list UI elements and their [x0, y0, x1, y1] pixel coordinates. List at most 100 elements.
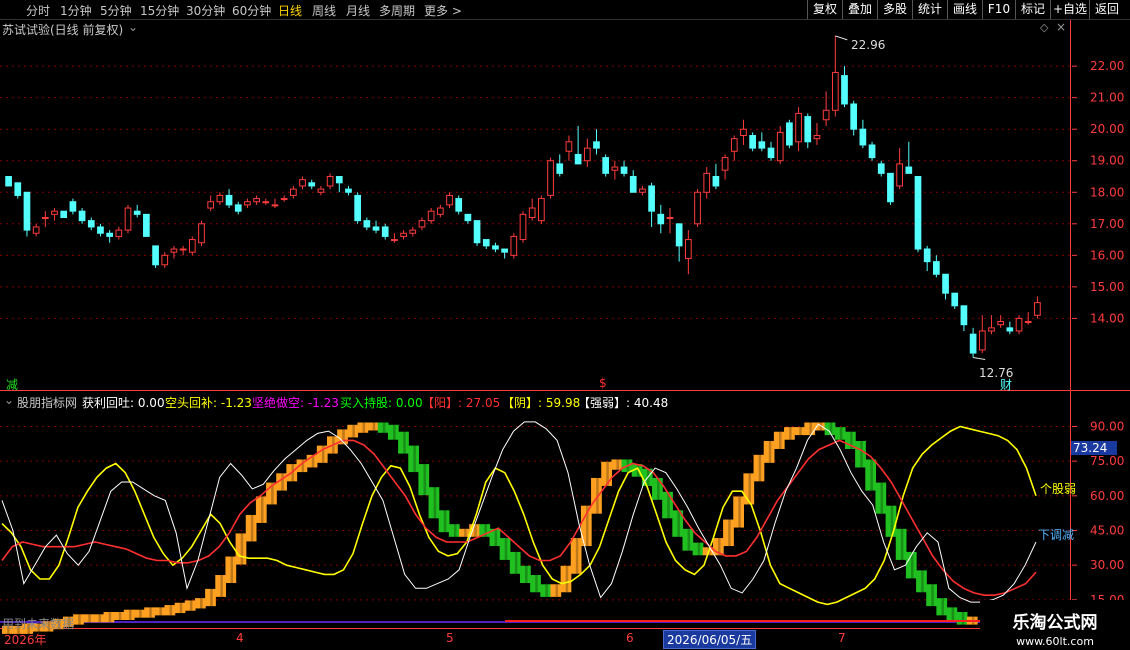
candle-body — [684, 239, 692, 259]
candle-body — [1015, 317, 1023, 332]
candle-body — [234, 204, 242, 212]
candle-body — [960, 305, 968, 326]
ind-item-yin: 【阴】: 59.98 — [502, 396, 581, 410]
candle-body — [547, 160, 554, 196]
candle-body — [758, 141, 766, 149]
chart-canvas[interactable]: 14.00 15.00 16.00 17.00 18.00 19.00 20.00 21.00… — [0, 0, 1130, 650]
indicator-chevron-icon[interactable]: ⌄ — [4, 393, 14, 407]
ribbon-shade — [900, 528, 904, 560]
candle-body — [41, 216, 49, 219]
candle-body — [519, 213, 527, 241]
candle-body — [767, 147, 775, 159]
candle-body — [87, 220, 95, 228]
candle-body — [1024, 321, 1032, 324]
price-tick-label: 17.00 — [1090, 217, 1124, 231]
ribbon-shade — [200, 598, 203, 609]
ribbon-shade — [951, 607, 955, 620]
date-label-jul: 7 — [838, 631, 846, 645]
candle-body — [510, 235, 518, 256]
chevron-down-icon[interactable]: ⌄ — [128, 20, 138, 34]
candle-body — [143, 213, 150, 237]
candle-body — [749, 135, 756, 149]
ind-tick-label: 45.00 — [1090, 523, 1124, 537]
candle-body — [290, 188, 297, 196]
candle-body — [978, 330, 986, 351]
candle-body — [804, 116, 812, 143]
diamond-icon[interactable]: ◇ — [1040, 21, 1048, 34]
candle-body — [115, 229, 123, 237]
ribbon-shade — [179, 602, 183, 614]
candle-body — [23, 191, 31, 231]
ribbon-shade — [575, 538, 579, 574]
candle-body — [905, 166, 913, 174]
candle-body — [648, 185, 655, 212]
ribbon-shade — [250, 514, 254, 542]
high-price-label: 22.96 — [851, 38, 886, 52]
candle-body — [703, 172, 711, 193]
candle-body — [657, 213, 665, 225]
ind-tick-label: 30.00 — [1090, 558, 1124, 572]
candle-body — [253, 198, 260, 203]
ribbon-shade — [799, 427, 802, 436]
ribbon-shade — [525, 565, 528, 584]
ind-tick-label: 75.00 — [1090, 454, 1124, 468]
candle-body — [501, 248, 508, 253]
low-marker-arrow — [973, 357, 986, 360]
candle-body — [473, 220, 481, 244]
marker-s: $ — [599, 376, 607, 390]
candle-body — [262, 201, 270, 204]
candle-body — [216, 194, 224, 203]
candle-body — [942, 273, 949, 294]
date-label-year: 2026年 — [4, 633, 47, 647]
ribbon-shade — [372, 422, 376, 431]
ribbon-shade — [464, 528, 467, 537]
price-tick-label: 19.00 — [1090, 154, 1124, 168]
ribbon-shade — [880, 482, 884, 514]
ribbon-shade — [758, 454, 762, 482]
watermark-url: www.60lt.com — [1016, 635, 1094, 648]
candle-body — [152, 245, 159, 266]
candle-body — [133, 210, 141, 215]
ribbon-shade — [443, 510, 447, 533]
ribbon-shade — [961, 612, 965, 625]
ribbon-shade — [230, 556, 234, 584]
close-icon[interactable]: × — [1056, 20, 1066, 34]
candle-body — [170, 248, 178, 253]
line-yin — [1, 425, 1037, 606]
candle-body — [32, 226, 40, 234]
candle-body — [593, 141, 600, 149]
candle-body — [740, 128, 747, 137]
ribbon-shade — [768, 440, 772, 463]
candle-body — [124, 207, 132, 231]
candle-body — [951, 292, 959, 307]
candle-body — [326, 176, 334, 187]
ribbon-shade — [189, 600, 193, 611]
candle-body — [730, 138, 738, 152]
candle-body — [786, 122, 793, 146]
candle-body — [868, 144, 876, 159]
price-tick-label: 22.00 — [1090, 59, 1124, 73]
candle-body — [455, 198, 463, 212]
price-tick-label: 15.00 — [1090, 280, 1124, 294]
candle-body — [887, 172, 894, 203]
candle-body — [418, 220, 426, 228]
ind-item-kongtou: 空头回补: -1.23 — [165, 396, 252, 410]
candle-body — [363, 220, 371, 228]
ribbon-shade — [423, 464, 427, 496]
ribbon-shade — [169, 605, 173, 616]
candle-body — [712, 176, 720, 187]
candle-body — [831, 71, 839, 111]
ribbon-shade — [159, 607, 162, 616]
ind-item-jianjue: 坚绝做空: -1.23 — [252, 396, 339, 410]
candle-body — [482, 239, 490, 247]
ribbon-shade — [149, 607, 152, 618]
ribbon-shade — [616, 459, 619, 470]
ribbon-shade — [403, 431, 406, 454]
ribbon-shade — [413, 445, 416, 473]
ribbon-shade — [118, 612, 122, 620]
indicator-name: 股朋指标网 — [17, 396, 78, 410]
candle-body — [106, 232, 113, 237]
candle-body — [721, 157, 729, 171]
ind-item-qiangruo: 【强弱】: 40.48 — [578, 396, 669, 410]
candle-body — [969, 333, 977, 354]
